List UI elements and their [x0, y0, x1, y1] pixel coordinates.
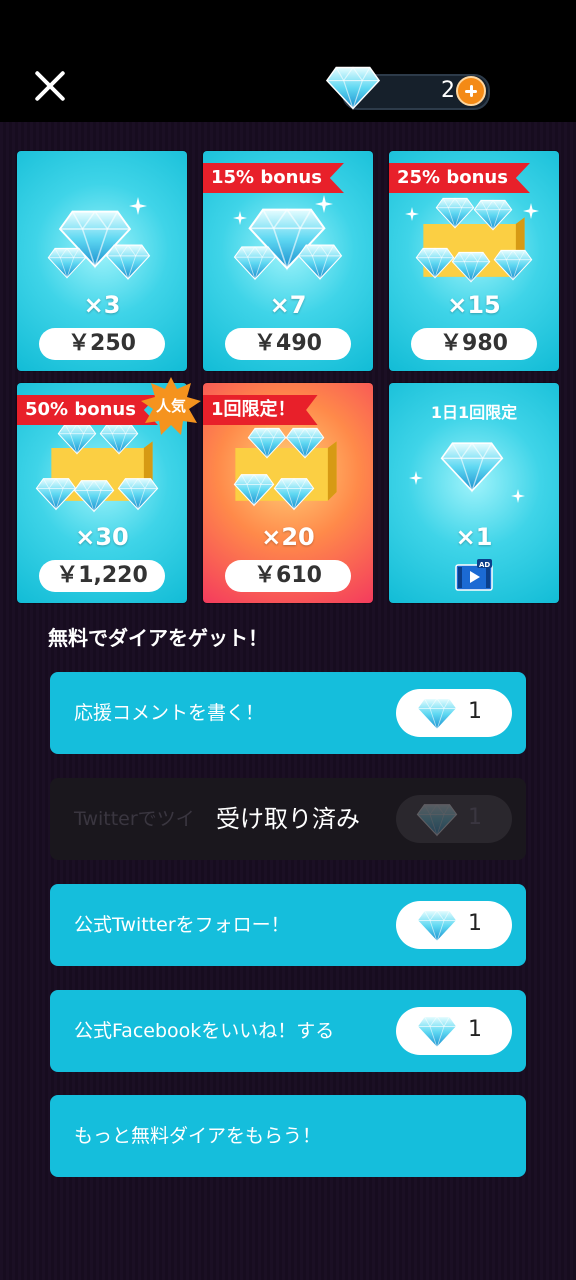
pack-quantity: ×1 [455, 523, 493, 551]
reward-count: 1 [468, 699, 482, 724]
sparkle-icon [511, 489, 525, 503]
free-section-title: 無料でダイアをゲット！ [48, 626, 268, 650]
video-ad-icon: AD [455, 559, 493, 591]
free-task-comment[interactable]: 応援コメントを書く！ 1 [50, 672, 526, 754]
free-task-facebook-like[interactable]: 公式Facebookをいいね！する 1 [50, 990, 526, 1072]
diamond-icon [99, 423, 139, 455]
pack-card-7[interactable]: 15% bonus ×7 ￥490 [203, 151, 373, 371]
task-label: 公式Facebookをいいね！する [74, 1020, 335, 1042]
pack-card-20[interactable]: 1回限定！ ×20 ￥610 [203, 383, 373, 603]
close-icon[interactable] [28, 64, 72, 108]
task-label: 公式Twitterをフォロー！ [74, 914, 290, 936]
svg-text:AD: AD [479, 561, 490, 569]
diamond-icon [451, 251, 491, 283]
sparkle-icon [233, 211, 247, 225]
diamond-icon [415, 247, 455, 279]
diamond-icon [439, 441, 505, 493]
pack-quantity: ×7 [269, 291, 307, 319]
diamond-icon [325, 64, 381, 112]
reward-count: 1 [468, 1017, 482, 1042]
diamond-icon [105, 243, 151, 281]
diamond-icon [273, 477, 315, 511]
free-task-twitter-follow[interactable]: 公式Twitterをフォロー！ 1 [50, 884, 526, 966]
diamond-icon [35, 477, 77, 511]
diamond-icon [233, 245, 277, 281]
bonus-ribbon: 50% bonus [17, 395, 158, 425]
diamond-icon [416, 909, 458, 943]
diamond-icon [285, 427, 325, 459]
pack-price[interactable]: ￥1,220 [39, 560, 165, 592]
diamond-icon [493, 249, 533, 281]
diamond-icon [297, 243, 343, 281]
pack-card-3[interactable]: ×3 ￥250 [17, 151, 187, 371]
diamond-icon [435, 197, 475, 229]
reward-count: 1 [468, 911, 482, 936]
sparkle-icon [405, 207, 419, 221]
daily-limit-label: 1日1回限定 [430, 403, 518, 422]
pack-card-15[interactable]: 25% bonus ×15 ￥980 [389, 151, 559, 371]
bonus-ribbon: 15% bonus [203, 163, 344, 193]
task-label: 応援コメントを書く！ [74, 702, 265, 724]
sparkle-icon [409, 471, 423, 485]
pack-price[interactable]: ￥250 [39, 328, 165, 360]
bonus-ribbon: 25% bonus [389, 163, 530, 193]
diamond-icon [416, 697, 458, 731]
pack-quantity: ×15 [447, 291, 501, 319]
pack-price[interactable]: ￥980 [411, 328, 537, 360]
top-bar: 2 [0, 0, 576, 122]
reward-pill: 1 [396, 901, 512, 949]
diamond-icon [416, 1015, 458, 1049]
pack-price[interactable]: ￥490 [225, 328, 351, 360]
pack-quantity: ×20 [261, 523, 315, 551]
plus-icon[interactable] [456, 76, 486, 106]
popular-label: 人気 [155, 397, 186, 415]
diamond-icon [233, 473, 275, 507]
diamond-icon [473, 199, 513, 231]
pack-card-ad[interactable]: 1日1回限定 ×1 AD [389, 383, 559, 603]
pack-quantity: ×3 [83, 291, 121, 319]
task-label: もっと無料ダイアをもらう！ [74, 1125, 322, 1147]
diamond-icon [57, 423, 97, 455]
balance-count: 2 [441, 78, 455, 103]
claimed-status: 受け取り済み [216, 805, 360, 833]
diamond-icon [47, 247, 87, 279]
pack-price[interactable]: ￥610 [225, 560, 351, 592]
diamond-icon [247, 427, 287, 459]
pack-card-30[interactable]: 50% bonus 人気 ×30 ￥1,220 [17, 377, 201, 603]
pack-quantity: ×30 [75, 523, 129, 551]
free-task-tweet: Twitterでツイ 1 受け取り済み [50, 778, 526, 860]
limited-ribbon: 1回限定！ [203, 395, 318, 425]
more-free-diamonds-button[interactable]: もっと無料ダイアをもらう！ [50, 1095, 526, 1177]
diamond-icon [117, 477, 159, 511]
diamond-icon [73, 479, 115, 513]
reward-pill: 1 [396, 689, 512, 737]
reward-pill: 1 [396, 1007, 512, 1055]
